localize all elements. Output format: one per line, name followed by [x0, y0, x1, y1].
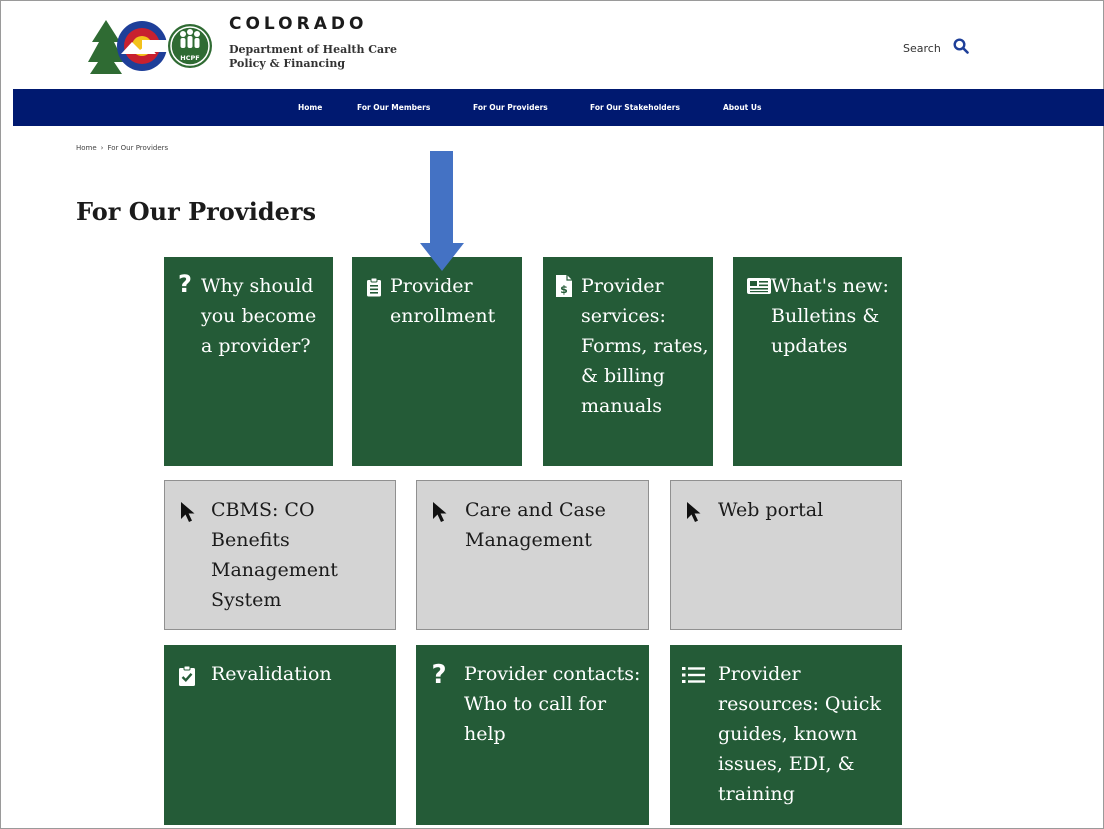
cursor-icon [180, 501, 196, 527]
breadcrumb-current: For Our Providers [107, 144, 169, 152]
svg-text:?: ? [431, 661, 446, 687]
tile-provider-enrollment-label: Provider enrollment [390, 275, 496, 327]
page-title: For Our Providers [76, 197, 317, 226]
tile-cbms[interactable]: CBMS: CO Benefits Management System [164, 480, 396, 630]
tile-revalidation-label: Revalidation [211, 663, 332, 685]
tile-provider-resources-label: Provider resources: Quick guides, known … [718, 663, 881, 805]
tile-provider-enrollment[interactable]: Provider enrollment [352, 257, 522, 466]
tile-why-become-provider[interactable]: ? Why should you become a provider? [164, 257, 333, 466]
svg-text:?: ? [178, 271, 192, 295]
nav-about-us[interactable]: About Us [723, 89, 761, 126]
invoice-icon: $ [555, 274, 573, 302]
breadcrumb-separator: › [100, 144, 104, 152]
nav-home[interactable]: Home [298, 89, 322, 126]
search-icon [953, 38, 969, 58]
tile-why-become-provider-label: Why should you become a provider? [201, 275, 317, 357]
breadcrumb-home[interactable]: Home [76, 144, 97, 152]
clipboard-list-icon [366, 277, 382, 301]
cursor-icon [686, 501, 702, 527]
logo-badge-text: HCPF [180, 54, 199, 62]
search-button[interactable]: Search [903, 38, 969, 58]
breadcrumb: Home › For Our Providers [76, 144, 168, 152]
question-icon: ? [176, 270, 194, 299]
department-name: Department of Health Care Policy & Finan… [229, 43, 397, 71]
main-nav: Home For Our Members For Our Providers F… [13, 89, 1104, 126]
clipboard-check-icon [178, 665, 196, 691]
question-icon: ? [429, 660, 449, 691]
department-line-2: Policy & Financing [229, 57, 346, 70]
nav-for-our-stakeholders[interactable]: For Our Stakeholders [590, 89, 680, 126]
tile-provider-resources[interactable]: Provider resources: Quick guides, known … [670, 645, 902, 825]
search-label: Search [903, 41, 941, 55]
brand-title: COLORADO [229, 14, 368, 34]
tile-provider-contacts-label: Provider contacts: Who to call for help [464, 663, 641, 745]
tile-provider-services[interactable]: $ Provider services: Forms, rates, & bil… [543, 257, 713, 466]
nav-for-our-members[interactable]: For Our Members [357, 89, 430, 126]
tile-web-portal[interactable]: Web portal [670, 480, 902, 630]
cursor-icon [432, 501, 448, 527]
tile-provider-contacts[interactable]: ? Provider contacts: Who to call for hel… [416, 645, 649, 825]
tile-provider-services-label: Provider services: Forms, rates, & billi… [581, 275, 709, 417]
list-icon [682, 666, 706, 688]
department-line-1: Department of Health Care [229, 43, 397, 56]
nav-for-our-providers[interactable]: For Our Providers [473, 89, 548, 126]
newspaper-icon [747, 277, 771, 299]
tile-whats-new[interactable]: What's new: Bulletins & updates [733, 257, 902, 466]
tile-whats-new-label: What's new: Bulletins & updates [771, 275, 889, 357]
colorado-logo[interactable]: HCPF [86, 14, 216, 76]
tile-cbms-label: CBMS: CO Benefits Management System [211, 499, 338, 611]
tile-revalidation[interactable]: Revalidation [164, 645, 396, 825]
annotation-arrow [418, 151, 466, 274]
tile-web-portal-label: Web portal [718, 499, 824, 521]
tile-care-and-case-management-label: Care and Case Management [465, 499, 606, 551]
tile-care-and-case-management[interactable]: Care and Case Management [416, 480, 649, 630]
svg-text:$: $ [560, 283, 568, 296]
